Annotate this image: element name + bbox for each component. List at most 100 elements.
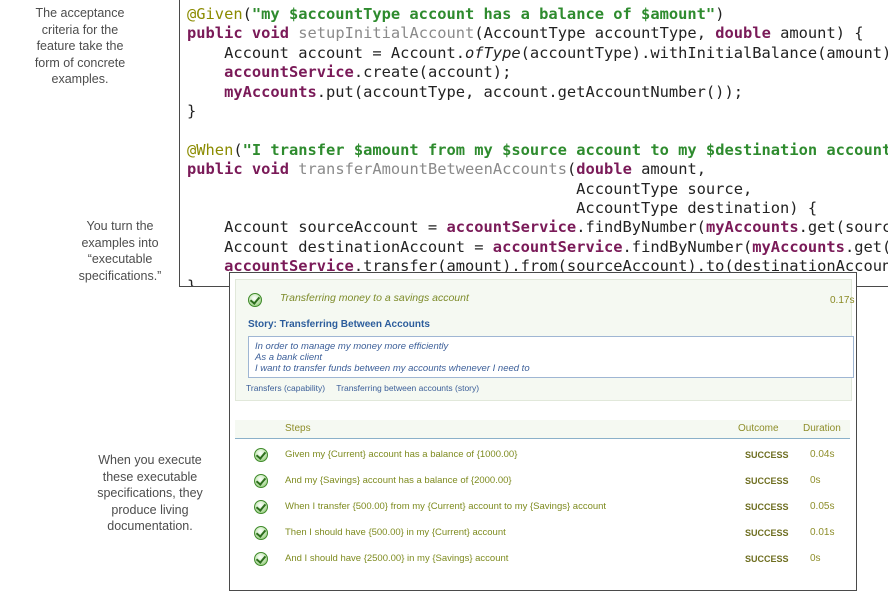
step-duration: 0.01s (810, 527, 835, 538)
step-text: And I should have {2500.00} in my {Savin… (285, 553, 509, 564)
step-outcome: SUCCESS (745, 528, 789, 538)
code-text: .get(source)).g (798, 218, 888, 237)
annotation-acceptance-criteria: The acceptance criteria for the feature … (6, 5, 154, 88)
story-narrative: In order to manage my money more efficie… (248, 336, 854, 378)
keyword-token: double (715, 24, 771, 43)
code-text: ) (715, 5, 725, 23)
field-token: accountService (446, 218, 577, 237)
step-outcome: SUCCESS (745, 450, 789, 460)
step-duration: 0s (810, 475, 821, 486)
success-check-icon (254, 500, 268, 514)
tag-story-link[interactable]: Transferring between accounts (story) (336, 383, 479, 393)
annotation-line: specifications.” (78, 268, 162, 283)
code-text: .create(account); (353, 63, 512, 82)
tag-links: Transfers (capability) Transferring betw… (246, 383, 488, 393)
code-text: .findByNumber( (622, 237, 753, 256)
code-text: amount) { (770, 24, 864, 43)
code-line: Account sourceAccount = accountService.f… (187, 218, 888, 236)
code-text: ( (242, 5, 252, 23)
table-row: And I should have {2500.00} in my {Savin… (235, 547, 850, 569)
step-duration: 0.04s (810, 449, 835, 460)
code-line: Account account = Account.ofType(account… (187, 44, 888, 62)
step-outcome: SUCCESS (745, 502, 789, 512)
table-row: Given my {Current} account has a balance… (235, 443, 850, 465)
living-documentation-report: Transferring money to a savings account … (229, 272, 857, 591)
annotation-living-documentation: When you execute these executable specif… (80, 452, 220, 535)
narrative-line: As a bank client (255, 352, 323, 363)
step-text: Given my {Current} account has a balance… (285, 449, 518, 460)
keyword-token: double (576, 160, 632, 179)
annotation-line: “executable (87, 252, 153, 266)
scenario-title[interactable]: Transferring money to a savings account (280, 292, 469, 304)
code-text: .get(desti (844, 237, 888, 256)
step-outcome: SUCCESS (745, 476, 789, 486)
step-text: Then I should have {500.00} in my {Curre… (285, 527, 506, 538)
code-text: Account destinationAccount = (224, 237, 493, 256)
story-title[interactable]: Story: Transferring Between Accounts (248, 319, 430, 330)
success-check-icon (254, 474, 268, 488)
field-token: accountService (492, 237, 623, 256)
steps-table-header: Steps Outcome Duration (235, 420, 850, 439)
step-text: And my {Savings} account has a balance o… (285, 475, 512, 486)
code-line: AccountType source, (187, 179, 753, 198)
code-line: accountService.create(account); (187, 63, 511, 81)
annotation-line: these executable (102, 469, 198, 484)
code-line: @Given("my $accountType account has a ba… (187, 5, 724, 23)
scenario-summary: Transferring money to a savings account … (235, 279, 855, 401)
keyword-token: void (251, 24, 289, 43)
code-line: Account destinationAccount = accountServ… (187, 238, 888, 256)
code-text: .put(accountType, account.getAccountNumb… (316, 82, 743, 101)
annotation-line: examples into (81, 235, 159, 250)
keyword-token: void (251, 160, 289, 179)
code-panel: @Given("my $accountType account has a ba… (179, 0, 888, 287)
code-text: Account sourceAccount = (224, 218, 447, 237)
annotation-line: feature take the (36, 39, 124, 53)
table-row: When I transfer {500.00} from my {Curren… (235, 495, 850, 517)
step-duration: 0s (810, 553, 821, 564)
annotation-line: produce living (111, 502, 189, 517)
keyword-token: public (187, 24, 243, 43)
code-line: @When("I transfer $amount from my $sourc… (187, 141, 888, 159)
string-token: "I transfer $amount from my $source acco… (242, 140, 888, 159)
code-text: amount, (631, 160, 706, 179)
code-line: public void transferAmountBetweenAccount… (187, 160, 706, 178)
outcome-column-header: Outcome (738, 423, 779, 434)
annotation-line: You turn the (86, 219, 154, 233)
table-row: And my {Savings} account has a balance o… (235, 469, 850, 491)
annotation-line: documentation. (107, 519, 193, 533)
code-text: ( (233, 140, 243, 159)
field-token: myAccounts (705, 218, 799, 237)
code-line: public void setupInitialAccount(AccountT… (187, 24, 864, 42)
annotation-token: @Given (187, 5, 243, 23)
annotation-line: specifications, they (97, 486, 203, 500)
steps-column-header: Steps (285, 423, 311, 434)
scenario-duration: 0.17s (830, 295, 855, 306)
annotation-line: The acceptance (35, 6, 125, 20)
table-row: Then I should have {500.00} in my {Curre… (235, 521, 850, 543)
code-text: Account account = Account. (224, 43, 465, 62)
narrative-line: I want to transfer funds between my acco… (255, 363, 530, 374)
code-listing: @Given("my $accountType account has a ba… (187, 5, 888, 286)
success-check-icon (254, 552, 268, 566)
code-line: AccountType destination) { (187, 199, 818, 218)
annotation-executable-specifications: You turn the examples into “executable s… (65, 218, 175, 284)
step-text: When I transfer {500.00} from my {Curren… (285, 501, 607, 512)
success-check-icon (254, 526, 268, 540)
code-text: .findByNumber( (576, 218, 706, 237)
field-token: myAccounts (752, 237, 845, 256)
field-token: accountService (224, 63, 354, 82)
code-text: (accountType).withInitialBalance(amount)… (520, 43, 888, 62)
tag-capability-link[interactable]: Transfers (capability) (246, 383, 325, 393)
field-token: myAccounts (224, 82, 317, 101)
annotation-line: examples. (51, 72, 109, 86)
step-outcome: SUCCESS (745, 554, 789, 564)
narrative-line: In order to manage my money more efficie… (255, 341, 449, 352)
method-name: setupInitialAccount (298, 24, 475, 43)
code-line: } (187, 102, 197, 121)
